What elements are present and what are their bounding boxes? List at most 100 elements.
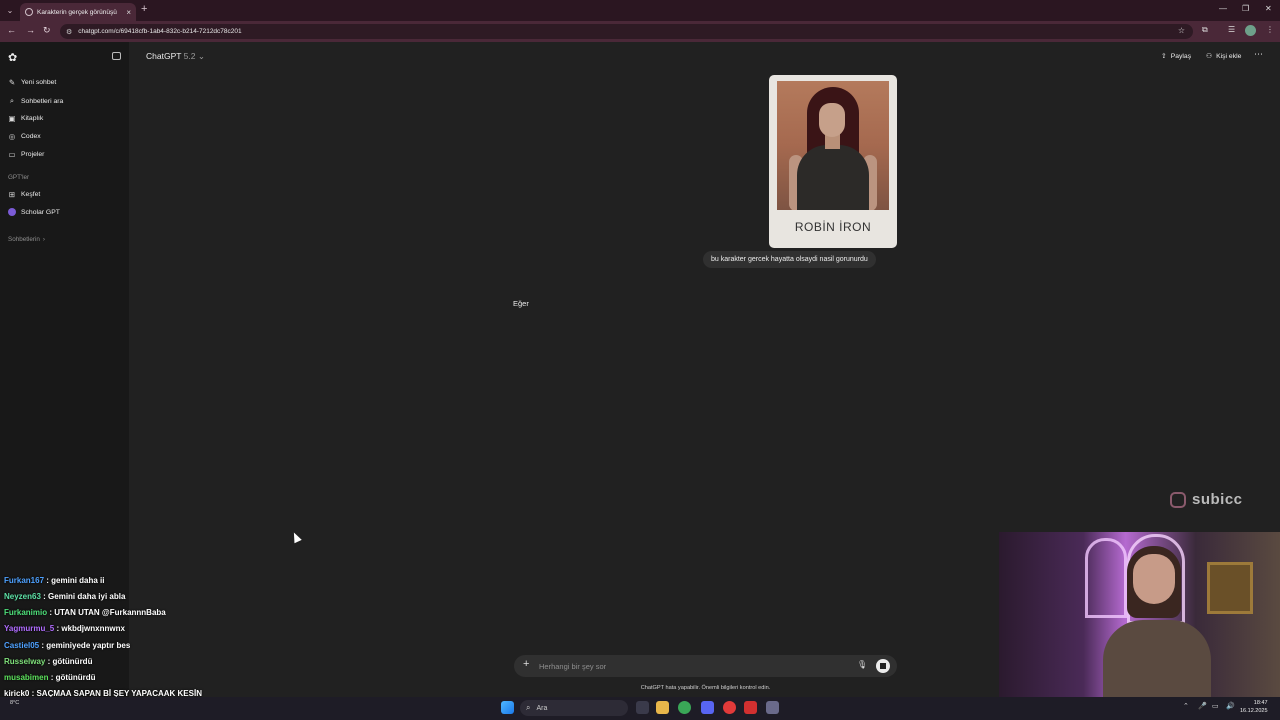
search-icon: ⌕: [526, 703, 531, 712]
sidebar-item-label: Codex: [21, 133, 41, 140]
forward-icon[interactable]: →: [26, 25, 35, 35]
chevron-down-icon: ⌄: [197, 51, 205, 61]
sidebar-item-search-chats[interactable]: ⌕ Sohbetleri ara: [8, 96, 63, 106]
uploaded-image[interactable]: ROBİN İRON: [769, 75, 897, 248]
minimize-icon[interactable]: —: [1219, 4, 1227, 13]
instagram-icon: [1170, 491, 1186, 508]
share-icon: ⇪: [1161, 53, 1167, 60]
chats-heading-label: Sohbetlerin: [8, 236, 40, 243]
grid-icon: ⊞: [8, 190, 16, 199]
chat-username: Neyzen63: [4, 592, 41, 601]
volume-icon[interactable]: 🔊: [1226, 702, 1235, 710]
disclaimer-text: ChatGPT hata yapabilir. Önemli bilgileri…: [640, 685, 771, 691]
sidebar-item-explore[interactable]: ⊞ Keşfet: [8, 190, 40, 199]
file-explorer-icon[interactable]: [656, 701, 669, 714]
library-icon: ▣: [8, 114, 16, 123]
attach-plus-icon[interactable]: +: [523, 658, 529, 670]
back-icon[interactable]: ←: [7, 25, 16, 35]
stop-generating-button[interactable]: [876, 659, 890, 673]
microphone-tray-icon[interactable]: 🎤: [1198, 702, 1207, 710]
clock-time: 18:47: [1253, 700, 1268, 706]
sidebar-toggle-icon[interactable]: [112, 52, 121, 60]
weather-widget[interactable]: 8°C: [10, 700, 19, 706]
maximize-icon[interactable]: ❐: [1242, 4, 1249, 13]
chat-message: Yagmurmu_5 : wkbdjwnxnnwnx: [4, 624, 125, 633]
reload-icon[interactable]: ↻: [43, 25, 51, 36]
system-clock[interactable]: 18:47 16.12.2025: [1240, 699, 1268, 715]
sidebar-item-label: Scholar GPT: [21, 208, 60, 216]
model-version: 5.2: [183, 51, 196, 61]
sidebar-panel-icon[interactable]: ☰: [1228, 25, 1235, 34]
add-person-icon: ⚇: [1206, 53, 1213, 60]
chat-text: götünürdü: [55, 673, 96, 682]
chat-username: Furkanimio: [4, 608, 48, 617]
sidebar-item-label: Keşfet: [21, 191, 41, 198]
chatgpt-favicon-icon: [25, 8, 33, 16]
chat-username: Castiel05: [4, 641, 40, 650]
taskbar-search-label: Ara: [536, 704, 548, 712]
chrome-icon[interactable]: [678, 701, 691, 714]
chat-username: Furkan167: [4, 576, 45, 585]
codex-icon: ◎: [8, 132, 16, 141]
app-icon[interactable]: [766, 701, 779, 714]
scholar-icon: [8, 208, 16, 216]
tray-chevron-icon[interactable]: ⌃: [1183, 702, 1189, 710]
browser-tab[interactable]: Karakterin gerçek görünüşü ×: [20, 3, 136, 21]
sidebar-item-label: Projeler: [21, 151, 45, 158]
taskbar-search[interactable]: ⌕ Ara: [520, 700, 628, 716]
chat-message: Russelway : götünürdü: [4, 657, 93, 666]
chat-text: Gemini daha iyi abla: [48, 592, 126, 601]
bookmark-star-icon[interactable]: ☆: [1178, 26, 1185, 35]
mouse-cursor-icon: [290, 530, 302, 544]
chat-message: Neyzen63 : Gemini daha iyi abla: [4, 592, 126, 601]
share-button[interactable]: ⇪ Paylaş: [1161, 52, 1192, 61]
add-people-button[interactable]: ⚇ Kişi ekle: [1206, 52, 1241, 61]
assistant-message: Eğer: [513, 299, 529, 308]
more-options-icon[interactable]: ⋯: [1254, 49, 1263, 60]
sidebar-item-codex[interactable]: ◎ Codex: [8, 132, 41, 141]
chat-text: gemini daha ii: [51, 576, 105, 585]
network-icon[interactable]: ▭: [1212, 702, 1219, 710]
search-icon: ⌕: [9, 96, 15, 105]
url-field[interactable]: ⚙ chatgpt.com/c/69418cfb-1ab4-832c-b214-…: [60, 24, 1193, 39]
new-tab-icon[interactable]: +: [141, 3, 147, 15]
site-info-icon[interactable]: ⚙: [66, 28, 72, 36]
browser-menu-icon[interactable]: ⋮: [1266, 25, 1274, 34]
sidebar-item-label: Kitaplık: [21, 115, 44, 122]
sidebar-item-label: Yeni sohbet: [21, 79, 57, 86]
profile-avatar[interactable]: [1245, 25, 1256, 36]
close-tab-icon[interactable]: ×: [126, 8, 131, 17]
chat-message: Furkan167 : gemini daha ii: [4, 576, 105, 585]
edit-icon: ✎: [8, 78, 16, 87]
webcam-overlay: [999, 532, 1280, 697]
chatgpt-logo-icon[interactable]: ✿: [8, 51, 17, 64]
chat-text: götünürdü: [52, 657, 93, 666]
microphone-icon[interactable]: 🎙: [857, 660, 867, 669]
watermark-text: subicc: [1192, 491, 1243, 508]
sidebar-item-projects[interactable]: ▭ Projeler: [8, 150, 44, 159]
address-bar: ← → ↻ ⚙ chatgpt.com/c/69418cfb-1ab4-832c…: [0, 21, 1280, 42]
sidebar-item-library[interactable]: ▣ Kitaplık: [8, 114, 43, 123]
sidebar-item-new-chat[interactable]: ✎ Yeni sohbet: [8, 78, 56, 87]
prompt-input[interactable]: [539, 659, 849, 673]
opera-icon[interactable]: [723, 701, 736, 714]
image-caption: ROBİN İRON: [794, 220, 872, 234]
share-label: Paylaş: [1170, 52, 1192, 60]
close-window-icon[interactable]: ✕: [1265, 4, 1272, 13]
sidebar-item-scholar-gpt[interactable]: Scholar GPT: [8, 208, 60, 216]
discord-icon[interactable]: [701, 701, 714, 714]
windows-start-icon[interactable]: [501, 701, 514, 714]
extensions-icon[interactable]: ⧉: [1202, 25, 1208, 35]
folder-icon: ▭: [8, 150, 16, 159]
gpts-heading: GPT'ler: [8, 174, 30, 181]
chat-message: Furkanimio : UTAN UTAN @FurkannnBaba: [4, 608, 166, 617]
chats-heading[interactable]: Sohbetlerin ›: [8, 236, 45, 243]
tab-list-icon[interactable]: ⌄: [0, 0, 20, 21]
tab-title: Karakterin gerçek görünüşü: [37, 8, 117, 16]
model-selector[interactable]: ChatGPT 5.2 ⌄: [146, 51, 205, 62]
youtube-icon[interactable]: [744, 701, 757, 714]
task-view-icon[interactable]: [636, 701, 649, 714]
browser-tab-bar: ⌄ Karakterin gerçek görünüşü × + — ❐ ✕: [0, 0, 1280, 21]
clock-date: 16.12.2025: [1240, 708, 1268, 714]
windows-taskbar: 8°C ⌕ Ara ⌃ 🎤 ▭ 🔊 18:47 16.12.2025: [0, 697, 1280, 720]
